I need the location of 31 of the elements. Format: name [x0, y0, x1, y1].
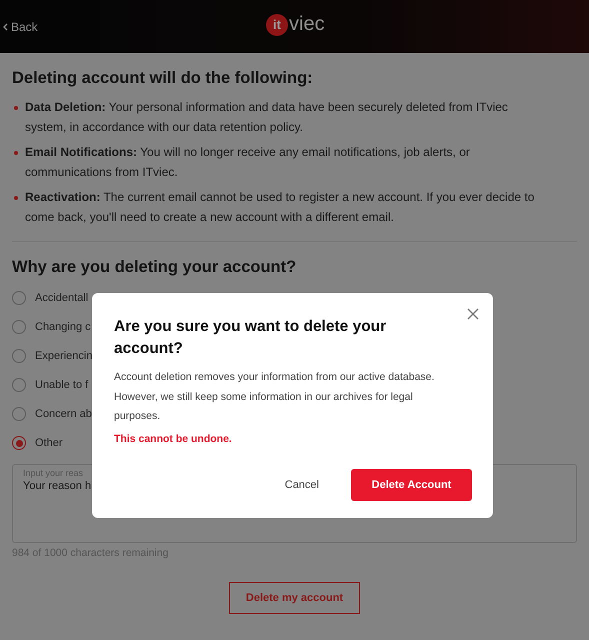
back-link[interactable]: Back	[2, 20, 38, 34]
option-label: Other	[35, 437, 63, 449]
option-label: Unable to f	[35, 379, 88, 391]
effect-text: Data Deletion: Your personal information and data have been securely deleted from ITviec system, in accordance with our data retention policy.	[25, 99, 509, 136]
section-heading: Deleting account will do the following:	[12, 69, 314, 88]
bullet-icon	[14, 106, 18, 110]
bullet-icon	[14, 196, 18, 200]
radio-button[interactable]	[12, 378, 26, 392]
option-label: Experiencin	[35, 350, 92, 362]
delete-account-button[interactable]: Delete Account	[351, 469, 472, 501]
option-label: Accidentall	[35, 292, 88, 304]
dialog-title: Are you sure you want to delete your account?	[114, 317, 388, 359]
radio-button[interactable]	[12, 320, 26, 334]
section-heading: Why are you deleting your account?	[12, 258, 298, 277]
field-value: Your reason h	[23, 480, 92, 492]
radio-button[interactable]	[12, 291, 26, 305]
option-label: Changing c	[35, 321, 91, 333]
dialog-message: Account deletion removes your information from our active database. However, we still keep some information in our archives for legal purposes.	[114, 370, 436, 424]
chevron-left-icon	[2, 22, 8, 30]
bullet-icon	[14, 151, 18, 155]
option-label: Concern ab	[35, 408, 92, 420]
close-icon[interactable]	[467, 308, 479, 320]
logo-text: viec	[289, 13, 325, 36]
radio-button[interactable]	[12, 436, 26, 450]
logo-badge: it	[266, 14, 288, 36]
radio-button[interactable]	[12, 349, 26, 363]
effect-text: Email Notifications: You will no longer receive any email notifications, job alerts, or communications from ITviec.	[25, 144, 471, 180]
warning-text: This cannot be undone.	[114, 432, 233, 444]
effect-text: Reactivation: The current email cannot be used to register a new account. If you ever decide to come back, you'll need to create a new account with a different email.	[25, 189, 536, 226]
cancel-button[interactable]: Cancel	[276, 473, 327, 497]
radio-button[interactable]	[12, 407, 26, 421]
